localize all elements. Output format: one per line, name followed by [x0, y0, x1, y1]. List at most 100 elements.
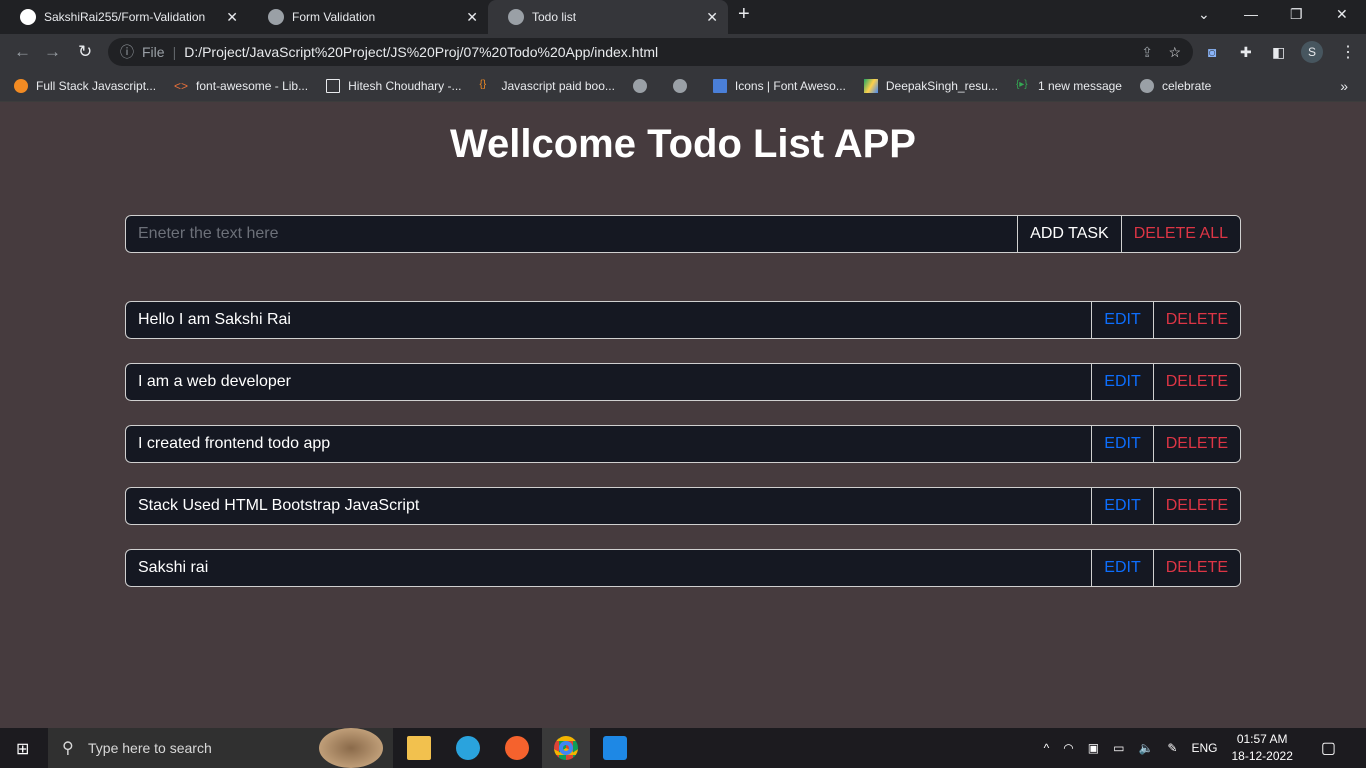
bookmark[interactable]	[632, 78, 655, 93]
telegram-icon[interactable]	[456, 736, 480, 760]
task-input-group: ADD TASK DELETE ALL	[125, 215, 1241, 253]
bookmark-label: Full Stack Javascript...	[36, 78, 157, 93]
pen-icon[interactable]: ✎	[1167, 741, 1177, 755]
close-icon[interactable]: ✕	[226, 9, 238, 26]
bookmark[interactable]: {▸} 1 new message	[1016, 79, 1122, 93]
bookmark-icon	[14, 78, 28, 93]
bookmark-label: celebrate	[1161, 78, 1212, 93]
code-icon: <>	[174, 78, 189, 93]
bookmark-label: Javascript paid boo...	[501, 78, 615, 93]
tab-search-icon[interactable]: ⌄	[1198, 6, 1210, 23]
windows-start-icon[interactable]: ⊞	[16, 739, 29, 759]
bookmark[interactable]: DeepakSingh_resu...	[863, 78, 998, 93]
search-icon: ⚲	[62, 740, 74, 757]
bookmark-label: font-awesome - Lib...	[196, 78, 309, 93]
show-hidden-icon[interactable]: ^	[1044, 741, 1050, 755]
star-icon[interactable]: ☆	[1168, 44, 1181, 61]
notifications-icon[interactable]: ▢	[1321, 738, 1336, 758]
chat-icon: {▸}	[1015, 78, 1028, 90]
edit-button[interactable]: EDIT	[1091, 426, 1153, 462]
edit-button[interactable]: EDIT	[1091, 302, 1153, 338]
tab-form-validation[interactable]: Form Validation ✕	[248, 0, 488, 34]
extension-icon[interactable]: ◙	[1208, 44, 1216, 60]
globe-icon	[268, 9, 284, 25]
battery-icon[interactable]: ▭	[1113, 741, 1124, 755]
add-task-button[interactable]: ADD TASK	[1017, 216, 1121, 252]
puzzle-icon[interactable]: ✚	[1240, 44, 1252, 61]
search-highlight-image	[319, 728, 383, 768]
date: 18-12-2022	[1231, 749, 1293, 763]
page-icon	[326, 78, 341, 93]
back-icon[interactable]: ←	[14, 42, 31, 62]
file-explorer-icon[interactable]	[407, 736, 431, 760]
flag-icon	[712, 78, 727, 93]
address-bar[interactable]: ⓘ File | D:/Project/JavaScript%20Project…	[108, 38, 1193, 66]
system-tray: ^ ◠ ▣ ▭ 🔈 ✎ ENG 01:57 AM 18-12-2022 ▢	[1044, 728, 1336, 768]
scheme-label: File	[142, 44, 165, 60]
edit-button[interactable]: EDIT	[1091, 550, 1153, 586]
bookmark[interactable]: Full Stack Javascript...	[14, 78, 157, 93]
minimize-button[interactable]: —	[1244, 6, 1258, 22]
task-text: I created frontend todo app	[138, 435, 331, 452]
task-item: Sakshi rai EDIT DELETE	[125, 549, 1241, 587]
search-placeholder: Type here to search	[88, 740, 212, 756]
chrome-icon[interactable]	[554, 736, 578, 760]
bookmark-label: Hitesh Choudhary -...	[348, 78, 462, 93]
task-input[interactable]	[126, 216, 1018, 252]
delete-button[interactable]: DELETE	[1152, 302, 1240, 338]
delete-button[interactable]: DELETE	[1152, 426, 1240, 462]
restore-button[interactable]: ❐	[1290, 6, 1303, 23]
delete-button[interactable]: DELETE	[1152, 550, 1240, 586]
side-panel-icon[interactable]: ◧	[1272, 44, 1285, 61]
github-icon	[20, 9, 36, 25]
globe-icon	[672, 78, 687, 93]
taskbar: ⊞ ⚲ Type here to search ^ ◠ ▣ ▭ 🔈 ✎ ENG …	[0, 728, 1366, 768]
more-bookmarks-icon[interactable]: »	[1340, 78, 1348, 94]
tab-title: Form Validation	[292, 10, 376, 24]
clock[interactable]: 01:57 AM 18-12-2022	[1231, 731, 1292, 765]
bookmark[interactable]: Hitesh Choudhary -...	[326, 78, 462, 93]
bookmark-label: 1 new message	[1037, 78, 1122, 93]
edit-button[interactable]: EDIT	[1091, 364, 1153, 400]
wifi-icon[interactable]: ◠	[1063, 741, 1073, 755]
tab-todo-list[interactable]: Todo list ✕	[488, 0, 728, 34]
vscode-icon[interactable]	[603, 736, 627, 760]
share-icon[interactable]: ⇪	[1141, 44, 1153, 61]
postman-icon[interactable]	[505, 736, 529, 760]
task-text: I am a web developer	[138, 373, 291, 390]
task-item: Hello I am Sakshi Rai EDIT DELETE	[125, 301, 1241, 339]
close-window-button[interactable]: ✕	[1336, 6, 1348, 23]
task-item: Stack Used HTML Bootstrap JavaScript EDI…	[125, 487, 1241, 525]
language-indicator[interactable]: ENG	[1191, 741, 1217, 755]
drive-icon	[863, 78, 878, 93]
taskbar-search[interactable]: ⚲ Type here to search	[48, 728, 393, 768]
bookmark[interactable]: celebrate	[1139, 78, 1212, 93]
tab-form-validation-repo[interactable]: SakshiRai255/Form-Validation ✕	[0, 0, 248, 34]
bookmark[interactable]: {} Javascript paid boo...	[480, 79, 615, 93]
reload-icon[interactable]: ↻	[78, 42, 92, 62]
volume-icon[interactable]: 🔈	[1138, 741, 1153, 755]
bookmark[interactable]	[672, 78, 695, 93]
bookmarks-bar: Full Stack Javascript... <> font-awesome …	[0, 70, 1366, 102]
bookmark-label: Icons | Font Aweso...	[734, 78, 846, 93]
bookmark[interactable]: Icons | Font Aweso...	[712, 78, 846, 93]
delete-button[interactable]: DELETE	[1152, 364, 1240, 400]
bookmark-label: DeepakSingh_resu...	[885, 78, 998, 93]
edit-button[interactable]: EDIT	[1091, 488, 1153, 524]
profile-avatar[interactable]: S	[1301, 41, 1323, 63]
task-text: Stack Used HTML Bootstrap JavaScript	[138, 497, 420, 514]
menu-icon[interactable]: ⋮	[1340, 42, 1356, 62]
page-title: Wellcome Todo List APP	[450, 122, 916, 166]
bookmark[interactable]: <> font-awesome - Lib...	[174, 79, 308, 93]
braces-icon: {}	[479, 78, 487, 90]
close-icon[interactable]: ✕	[466, 9, 478, 26]
globe-icon	[508, 9, 524, 25]
close-icon[interactable]: ✕	[706, 9, 718, 26]
delete-button[interactable]: DELETE	[1152, 488, 1240, 524]
delete-all-button[interactable]: DELETE ALL	[1120, 216, 1240, 252]
url-text[interactable]: D:/Project/JavaScript%20Project/JS%20Pro…	[184, 44, 658, 60]
new-tab-button[interactable]: +	[738, 3, 750, 26]
task-item: I created frontend todo app EDIT DELETE	[125, 425, 1241, 463]
camera-icon[interactable]: ▣	[1088, 741, 1099, 755]
forward-icon[interactable]: →	[44, 42, 61, 62]
